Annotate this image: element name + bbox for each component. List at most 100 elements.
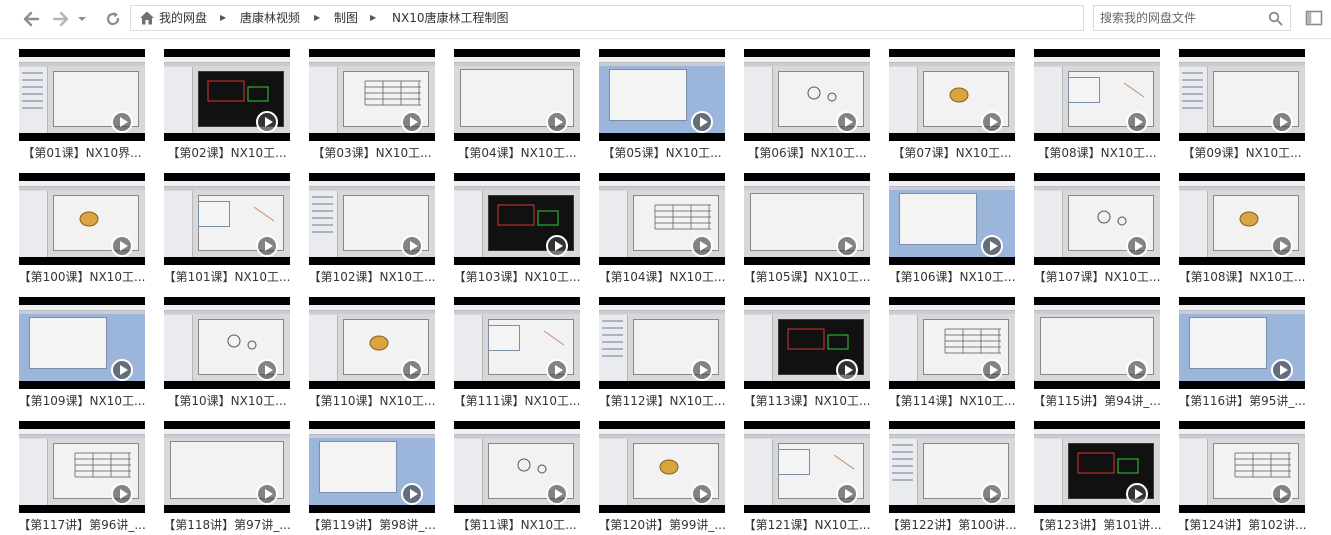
video-file-item[interactable]: 【第115讲】第94讲_... — [1033, 297, 1161, 409]
video-file-item[interactable]: 【第101课】NX10工... — [164, 173, 290, 285]
video-file-item[interactable]: 【第04课】NX10工... — [454, 49, 580, 161]
video-file-item[interactable]: 【第02课】NX10工... — [164, 49, 290, 161]
file-name-label[interactable]: 【第101课】NX10工... — [158, 268, 296, 285]
file-name-label[interactable]: 【第109课】NX10工... — [13, 392, 151, 409]
breadcrumb-item-current-folder[interactable]: NX10唐康林工程制图 — [392, 6, 508, 30]
file-name-label[interactable]: 【第111课】NX10工... — [448, 392, 586, 409]
play-icon[interactable] — [1126, 111, 1148, 133]
video-file-item[interactable]: 【第105课】NX10工... — [744, 173, 870, 285]
video-thumbnail[interactable] — [164, 49, 290, 141]
video-thumbnail[interactable] — [19, 173, 145, 265]
play-icon[interactable] — [401, 111, 423, 133]
file-name-label[interactable]: 【第100课】NX10工... — [13, 268, 151, 285]
play-icon[interactable] — [111, 359, 133, 381]
play-icon[interactable] — [691, 359, 713, 381]
video-file-item[interactable]: 【第112课】NX10工... — [599, 297, 725, 409]
video-file-item[interactable]: 【第10课】NX10工... — [164, 297, 290, 409]
video-thumbnail[interactable] — [1034, 297, 1160, 389]
video-thumbnail[interactable] — [1179, 49, 1305, 141]
video-thumbnail[interactable] — [164, 173, 290, 265]
video-thumbnail[interactable] — [744, 421, 870, 513]
play-icon[interactable] — [1126, 235, 1148, 257]
video-file-item[interactable]: 【第113课】NX10工... — [744, 297, 870, 409]
video-file-item[interactable]: 【第124讲】第102讲... — [1177, 421, 1307, 533]
video-file-item[interactable]: 【第06课】NX10工... — [744, 49, 870, 161]
file-name-label[interactable]: 【第114课】NX10工... — [883, 392, 1021, 409]
file-name-label[interactable]: 【第107课】NX10工... — [1028, 268, 1166, 285]
file-name-label[interactable]: 【第103课】NX10工... — [448, 268, 586, 285]
play-icon[interactable] — [256, 235, 278, 257]
play-icon[interactable] — [256, 111, 278, 133]
video-file-item[interactable]: 【第114课】NX10工... — [889, 297, 1015, 409]
breadcrumb-item-video-folder[interactable]: 唐康林视频 — [240, 6, 300, 30]
play-icon[interactable] — [256, 483, 278, 505]
video-file-item[interactable]: 【第07课】NX10工... — [889, 49, 1015, 161]
file-name-label[interactable]: 【第04课】NX10工... — [448, 144, 586, 161]
video-thumbnail[interactable] — [1034, 173, 1160, 265]
play-icon[interactable] — [401, 359, 423, 381]
video-file-item[interactable]: 【第100课】NX10工... — [19, 173, 145, 285]
video-file-item[interactable]: 【第117讲】第96讲_... — [18, 421, 146, 533]
video-thumbnail[interactable] — [889, 297, 1015, 389]
play-icon[interactable] — [1271, 359, 1293, 381]
play-icon[interactable] — [1271, 235, 1293, 257]
video-file-item[interactable]: 【第05课】NX10工... — [599, 49, 725, 161]
video-thumbnail[interactable] — [744, 49, 870, 141]
video-file-item[interactable]: 【第08课】NX10工... — [1034, 49, 1160, 161]
video-thumbnail[interactable] — [889, 421, 1015, 513]
play-icon[interactable] — [1126, 359, 1148, 381]
video-thumbnail[interactable] — [164, 297, 290, 389]
panel-toggle-icon[interactable] — [1305, 9, 1323, 27]
refresh-icon[interactable] — [103, 9, 123, 29]
play-icon[interactable] — [546, 111, 568, 133]
file-name-label[interactable]: 【第123讲】第101讲... — [1028, 516, 1166, 533]
play-icon[interactable] — [546, 483, 568, 505]
video-file-item[interactable]: 【第102课】NX10工... — [309, 173, 435, 285]
video-thumbnail[interactable] — [889, 173, 1015, 265]
file-name-label[interactable]: 【第110课】NX10工... — [303, 392, 441, 409]
video-thumbnail[interactable] — [744, 297, 870, 389]
play-icon[interactable] — [981, 235, 1003, 257]
file-name-label[interactable]: 【第11课】NX10工... — [448, 516, 586, 533]
file-name-label[interactable]: 【第118讲】第97讲_... — [158, 516, 296, 533]
video-thumbnail[interactable] — [309, 173, 435, 265]
file-name-label[interactable]: 【第10课】NX10工... — [158, 392, 296, 409]
file-name-label[interactable]: 【第124讲】第102讲... — [1173, 516, 1311, 533]
video-file-item[interactable]: 【第108课】NX10工... — [1179, 173, 1305, 285]
file-name-label[interactable]: 【第108课】NX10工... — [1173, 268, 1311, 285]
file-name-label[interactable]: 【第01课】NX10界... — [13, 144, 151, 161]
video-file-item[interactable]: 【第121课】NX10工... — [744, 421, 870, 533]
file-name-label[interactable]: 【第119讲】第98讲_... — [303, 516, 441, 533]
video-file-item[interactable]: 【第09课】NX10工... — [1179, 49, 1305, 161]
video-thumbnail[interactable] — [454, 297, 580, 389]
video-thumbnail[interactable] — [309, 297, 435, 389]
video-file-item[interactable]: 【第109课】NX10工... — [19, 297, 145, 409]
play-icon[interactable] — [1271, 483, 1293, 505]
breadcrumb-item-drawing[interactable]: 制图 — [334, 6, 358, 30]
video-thumbnail[interactable] — [1034, 49, 1160, 141]
play-icon[interactable] — [111, 483, 133, 505]
play-icon[interactable] — [836, 235, 858, 257]
chevron-down-icon[interactable] — [76, 9, 88, 29]
video-thumbnail[interactable] — [454, 173, 580, 265]
file-name-label[interactable]: 【第08课】NX10工... — [1028, 144, 1166, 161]
file-name-label[interactable]: 【第105课】NX10工... — [738, 268, 876, 285]
video-thumbnail[interactable] — [19, 49, 145, 141]
play-icon[interactable] — [691, 483, 713, 505]
search-input[interactable] — [1100, 9, 1260, 27]
video-thumbnail[interactable] — [599, 421, 725, 513]
file-name-label[interactable]: 【第03课】NX10工... — [303, 144, 441, 161]
play-icon[interactable] — [1126, 483, 1148, 505]
search-icon[interactable] — [1268, 11, 1283, 26]
file-name-label[interactable]: 【第06课】NX10工... — [738, 144, 876, 161]
video-file-item[interactable]: 【第110课】NX10工... — [309, 297, 435, 409]
play-icon[interactable] — [546, 359, 568, 381]
file-name-label[interactable]: 【第115讲】第94讲_... — [1028, 392, 1166, 409]
home-icon[interactable] — [139, 10, 155, 26]
video-thumbnail[interactable] — [309, 49, 435, 141]
video-thumbnail[interactable] — [1034, 421, 1160, 513]
play-icon[interactable] — [691, 235, 713, 257]
play-icon[interactable] — [981, 111, 1003, 133]
video-file-item[interactable]: 【第120讲】第99讲_... — [598, 421, 726, 533]
video-thumbnail[interactable] — [1179, 173, 1305, 265]
